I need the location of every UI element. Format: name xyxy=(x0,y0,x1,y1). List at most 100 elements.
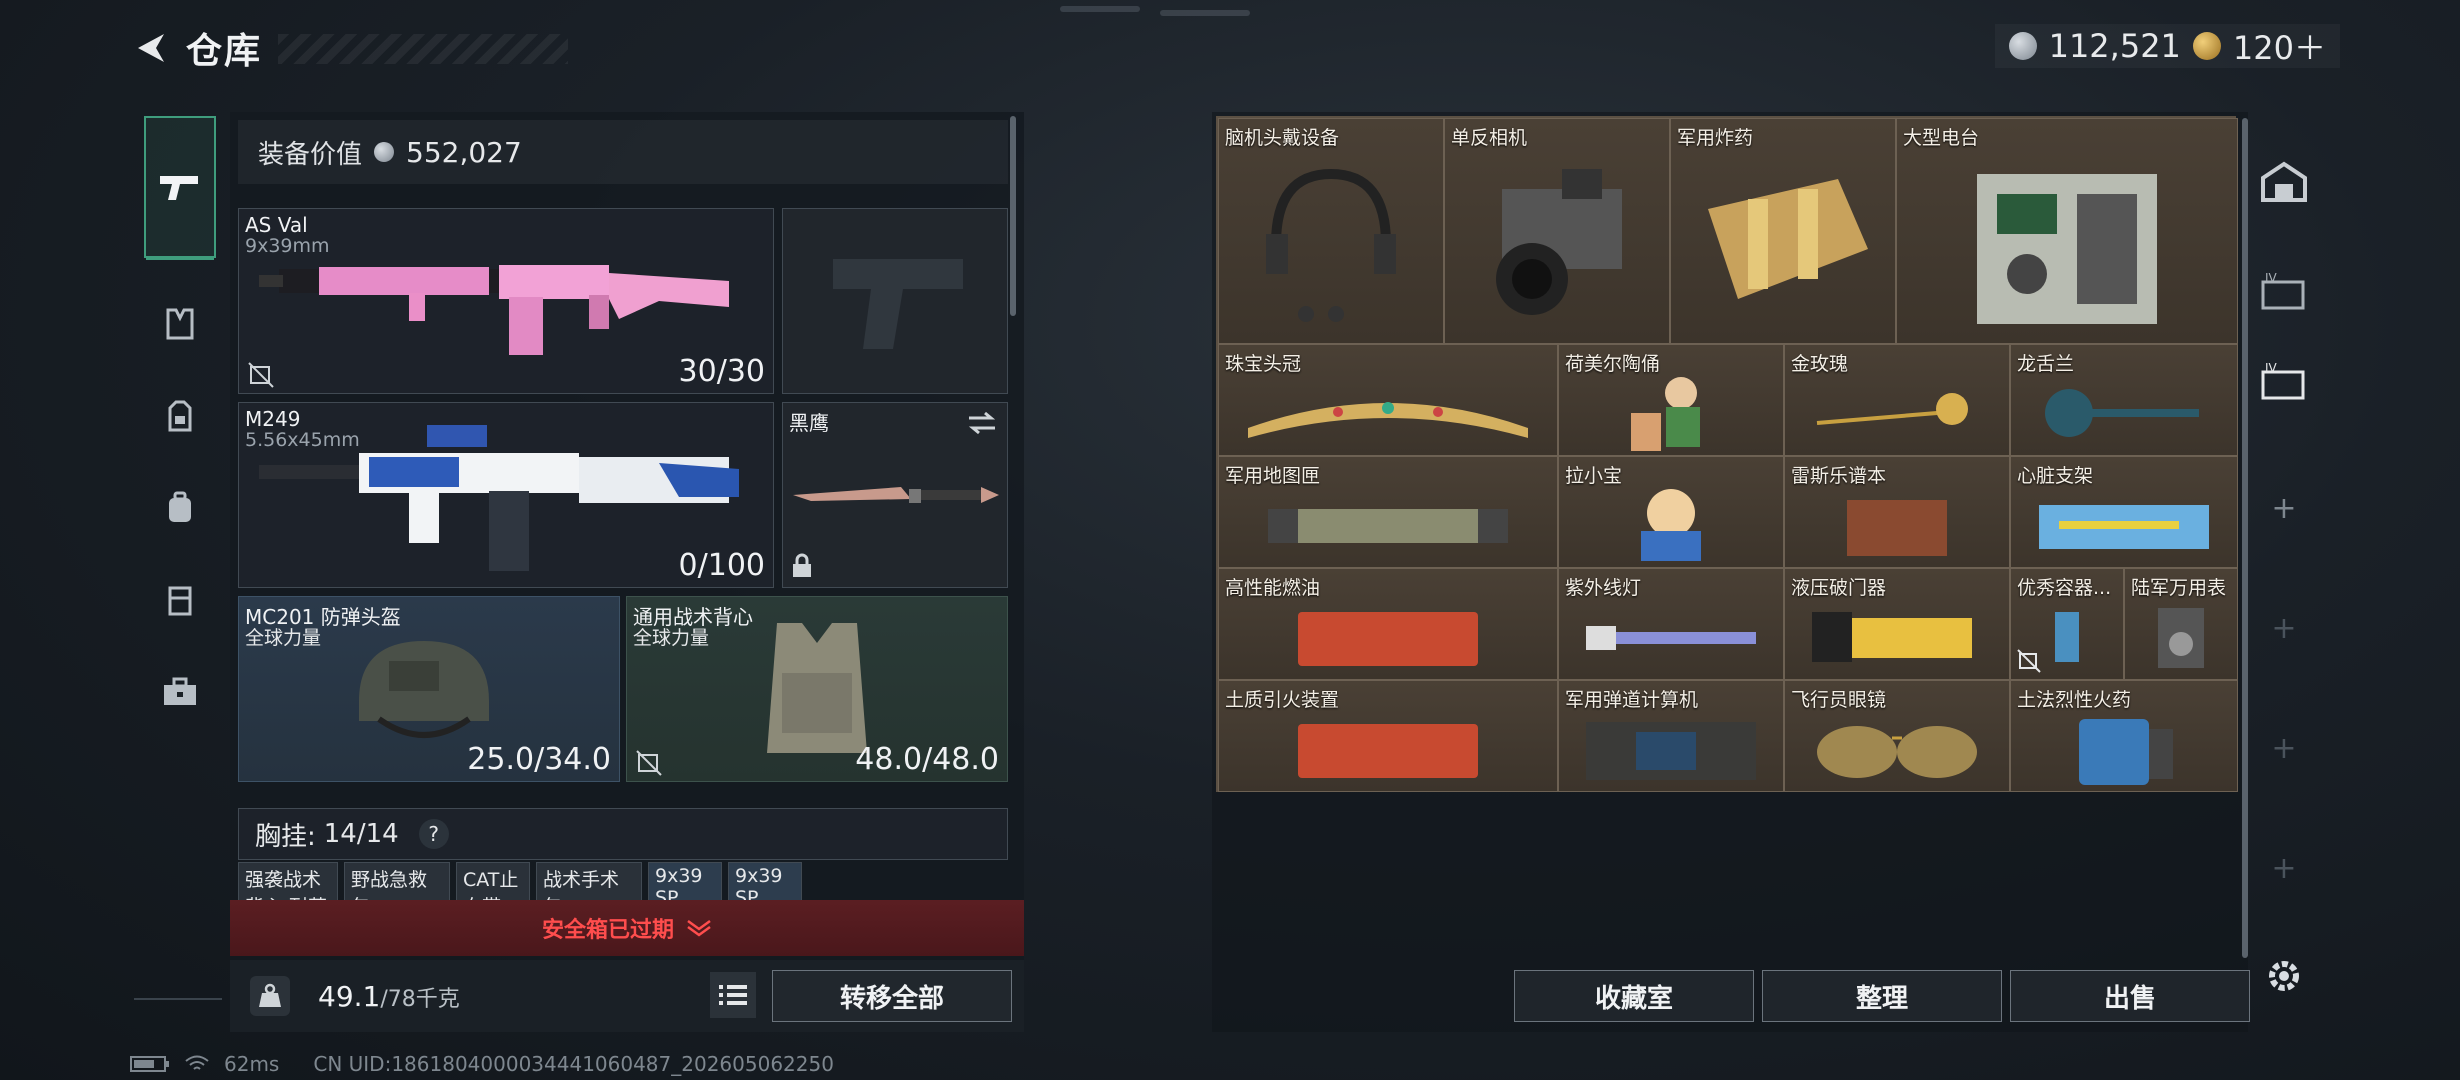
armor-brand: 全球力量 xyxy=(633,627,710,649)
tequila-bottle-image xyxy=(2011,371,2237,455)
multimeter-image xyxy=(2125,595,2237,679)
stash-item[interactable]: 紫外线灯 xyxy=(1558,568,1784,680)
helmet-durability: 25.0/34.0 xyxy=(467,742,611,777)
melee-slot[interactable]: 黑鹰 xyxy=(782,402,1008,588)
stash-item[interactable]: 拉小宝 xyxy=(1558,456,1784,568)
add-stash-page-button[interactable]: + xyxy=(2254,718,2314,778)
swap-icon[interactable] xyxy=(967,411,997,435)
user-uid: CN UID:18618040000344410604​87_202605062… xyxy=(313,1052,834,1076)
collection-room-button[interactable]: 收藏室 xyxy=(1514,970,1754,1022)
stash-page-4b[interactable]: IV xyxy=(2254,352,2314,412)
rail-armor[interactable] xyxy=(144,380,216,452)
no-insurance-icon xyxy=(248,362,274,388)
vest-icon xyxy=(166,308,194,340)
lock-icon xyxy=(793,553,811,577)
rail-weapons[interactable] xyxy=(144,116,216,260)
stash-item[interactable]: 军用弹道计算机 xyxy=(1558,680,1784,792)
safe-box-expired-bar[interactable]: 安全箱已过期 xyxy=(230,900,1024,956)
stash-item[interactable]: 单反相机 xyxy=(1444,118,1670,344)
large-radio-image xyxy=(1897,145,2237,343)
stash-item[interactable]: 土质引火装置 xyxy=(1218,680,1558,792)
settings-button[interactable] xyxy=(2254,946,2314,1006)
list-view-button[interactable] xyxy=(710,972,756,1018)
header-stripe xyxy=(278,34,568,64)
stash-item[interactable]: 龙舌兰 xyxy=(2010,344,2238,456)
stash-item[interactable]: 陆军万用表 xyxy=(2124,568,2238,680)
hydraulic-breacher-image xyxy=(1785,595,2009,679)
uv-lamp-image xyxy=(1559,595,1783,679)
stash-page-4a[interactable]: IV xyxy=(2254,262,2314,322)
dslr-camera-image xyxy=(1445,145,1669,343)
stash-page-main[interactable] xyxy=(2254,152,2314,212)
loadout-value-label: 装备价值 xyxy=(258,139,363,170)
stash-item[interactable]: 荷美尔陶俑 xyxy=(1558,344,1784,456)
carry-weight: 49.1/78千克 xyxy=(318,979,460,1013)
music-book-image xyxy=(1785,483,2009,567)
armor-icon xyxy=(168,400,192,432)
secondary-weapon-slot[interactable]: M249 5.56x45mm 0/100 xyxy=(238,402,774,588)
stash-item[interactable]: 土法烈性火药 xyxy=(2010,680,2238,792)
silver-amount: 112,521 xyxy=(2048,27,2181,65)
figure-doll-image xyxy=(1559,483,1783,567)
armor-slot[interactable]: 通用战术背心 全球力量 48.0/48.0 xyxy=(626,596,1008,782)
stash-panel: 脑机头戴设备 单反相机 军用炸药 大型电台 珠宝头冠 荷美尔陶俑 金玫瑰 龙舌兰… xyxy=(1212,112,2250,1032)
igniter-case-image xyxy=(1219,707,1557,791)
svg-text:IV: IV xyxy=(2265,362,2278,375)
rail-container[interactable] xyxy=(144,564,216,636)
rail-backpack[interactable] xyxy=(144,472,216,544)
rig-bar[interactable]: 胸挂: 14/14 ? xyxy=(238,808,1008,860)
stash-item[interactable]: 军用地图匣 xyxy=(1218,456,1558,568)
heart-stent-image xyxy=(2011,483,2237,567)
secondary-ammo-count: 0/100 xyxy=(678,548,765,583)
stash-item[interactable]: 珠宝头冠 xyxy=(1218,344,1558,456)
stash-item[interactable]: 脑机头戴设备 xyxy=(1218,118,1444,344)
add-stash-page-button[interactable]: + xyxy=(2254,598,2314,658)
add-stash-page-button[interactable]: + xyxy=(2254,838,2314,898)
loadout-scrollbar[interactable] xyxy=(1010,116,1016,316)
safe-box-status: 安全箱已过期 xyxy=(541,918,674,943)
stash-item[interactable]: 飞行员眼镜 xyxy=(1784,680,2010,792)
warehouse-icon xyxy=(2261,161,2307,202)
no-insurance-icon xyxy=(636,750,662,776)
ballistic-computer-image xyxy=(1559,707,1783,791)
helmet-brand: 全球力量 xyxy=(245,627,322,649)
no-insurance-icon xyxy=(2017,649,2041,673)
silver-coin-icon xyxy=(2008,32,2037,60)
stash-item[interactable]: 雷斯乐谱本 xyxy=(1784,456,2010,568)
rail-case[interactable] xyxy=(144,656,216,728)
map-case-image xyxy=(1219,483,1557,567)
ping: 62ms xyxy=(224,1052,280,1076)
chevron-down-icon xyxy=(687,919,711,937)
stash-grid: 脑机头戴设备 单反相机 军用炸药 大型电台 珠宝头冠 荷美尔陶俑 金玫瑰 龙舌兰… xyxy=(1216,116,2238,792)
container-icon xyxy=(168,586,192,616)
stash-item[interactable]: 心脏支架 xyxy=(2010,456,2238,568)
primary-weapon-slot[interactable]: AS Val 9x39mm 30/30 xyxy=(238,208,774,394)
stash-item[interactable]: 液压破门器 xyxy=(1784,568,2010,680)
tactical-vest-image xyxy=(767,623,867,753)
stash-item[interactable]: 军用炸药 xyxy=(1670,118,1896,344)
stash-page-rail: IV IV + + + + xyxy=(2254,112,2314,1012)
back-button[interactable] xyxy=(128,26,172,70)
pistol-slot[interactable] xyxy=(782,208,1008,394)
transfer-all-button[interactable]: 转移全部 xyxy=(772,970,1012,1022)
expansion-case-icon: IV xyxy=(2261,272,2305,310)
jewel-crown-image xyxy=(1219,371,1557,455)
aviator-glasses-image xyxy=(1785,707,2009,791)
rail-vest[interactable] xyxy=(144,288,216,360)
status-bar: 62ms CN UID:18618040000344410604​87_2026… xyxy=(130,1052,834,1076)
help-icon[interactable]: ? xyxy=(418,819,449,849)
stash-item[interactable]: 高性能燃油 xyxy=(1218,568,1558,680)
rig-label: 胸挂: xyxy=(255,821,316,852)
helmet-slot[interactable]: MC201 防弹头盔 全球力量 25.0/34.0 xyxy=(238,596,620,782)
sort-button[interactable]: 整理 xyxy=(1762,970,2002,1022)
stash-item[interactable]: 优秀容器... xyxy=(2010,568,2124,680)
sell-button[interactable]: 出售 xyxy=(2010,970,2250,1022)
loadout-value-bar: 装备价值 552,027 xyxy=(238,120,1008,184)
rail-divider xyxy=(134,998,222,1000)
fuel-case-image xyxy=(1219,595,1557,679)
stash-scrollbar[interactable] xyxy=(2242,118,2248,958)
stash-item[interactable]: 大型电台 xyxy=(1896,118,2238,344)
as-val-rifle-image xyxy=(259,265,729,355)
add-stash-page-button[interactable]: + xyxy=(2254,478,2314,538)
stash-item[interactable]: 金玫瑰 xyxy=(1784,344,2010,456)
